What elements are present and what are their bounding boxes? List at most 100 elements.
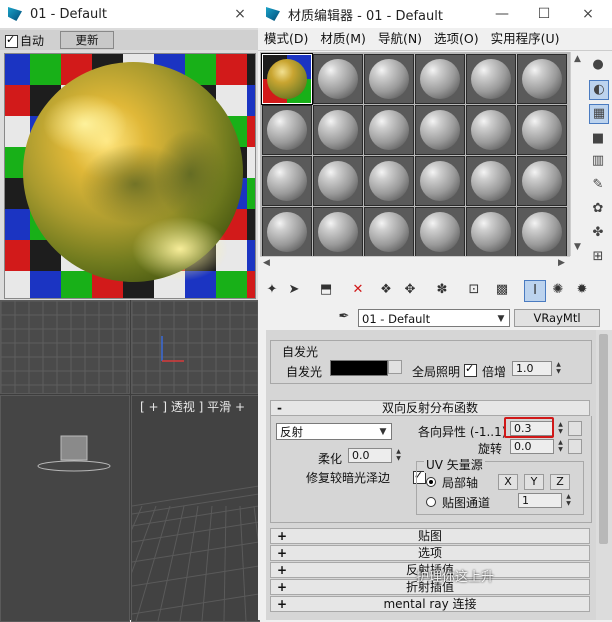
rotation-map-button[interactable] [568,439,582,454]
make-preview-icon[interactable]: ✎ [589,176,607,194]
preview-titlebar: 01 - Default × [0,0,258,28]
material-slot[interactable] [364,207,414,257]
axis-x-button[interactable]: X [498,474,518,490]
material-slot[interactable] [364,105,414,155]
editor-close-button[interactable]: × [576,4,600,24]
material-slot[interactable] [313,207,363,257]
material-slot[interactable] [262,156,312,206]
menu-navigation[interactable]: 导航(N) [372,28,428,50]
menu-mode[interactable]: 模式(D) [258,28,314,50]
menu-options[interactable]: 选项(O) [428,28,485,50]
select-by-material-icon[interactable]: ✤ [589,224,607,242]
sample-sphere [318,110,358,150]
material-slot[interactable] [313,54,363,104]
put-to-library-icon[interactable]: ✽ [432,280,452,300]
go-forward-sibling-icon[interactable]: ✹ [572,280,592,300]
get-material-icon[interactable]: ✦ [262,280,282,300]
material-slot[interactable] [364,156,414,206]
rollout-header[interactable]: + 贴图 [270,528,590,544]
show-end-result-icon[interactable]: Ⅰ [524,280,546,302]
material-slot[interactable] [262,207,312,257]
material-name-field[interactable]: 01 - Default ▼ [358,309,510,327]
sample-type-icon[interactable]: ● [589,56,607,74]
slots-vertical-scrollbar[interactable]: ▲ ▼ [570,52,585,256]
soften-input[interactable]: 0.0 [348,448,392,463]
soften-spinner-icon[interactable]: ▲ ▼ [394,448,403,463]
material-slot[interactable] [313,105,363,155]
menu-material[interactable]: 材质(M) [314,28,372,50]
chevron-down-icon[interactable]: ▼ [494,310,508,328]
material-slot[interactable] [415,156,465,206]
map-channel-input[interactable]: 1 [518,493,562,508]
anisotropy-map-button[interactable] [568,421,582,436]
scroll-left-icon[interactable]: ◀ [263,258,270,268]
material-slot[interactable] [517,54,567,104]
material-slot[interactable] [364,54,414,104]
viewport-perspective[interactable]: [ + ] 透视 ] 平滑 + [131,395,260,622]
scroll-up-icon[interactable]: ▲ [574,54,581,64]
sample-uv-icon[interactable]: ■ [589,130,607,148]
brdf-rollout-header[interactable]: - 双向反射分布函数 [270,400,590,416]
material-id-icon[interactable]: ⊡ [464,280,484,300]
self-illum-color-swatch[interactable] [330,360,388,376]
material-slot[interactable] [466,156,516,206]
material-slot[interactable] [415,207,465,257]
material-slot[interactable] [466,54,516,104]
scroll-down-icon[interactable]: ▼ [574,242,581,252]
options-icon[interactable]: ✿ [589,200,607,218]
chevron-down-icon[interactable]: ▼ [376,424,390,440]
material-slot[interactable] [415,54,465,104]
material-slot[interactable] [415,105,465,155]
material-slot[interactable] [262,105,312,155]
params-scroll-thumb[interactable] [599,334,608,544]
self-illum-map-button[interactable] [388,360,402,374]
go-to-parent-icon[interactable]: ✺ [548,280,568,300]
minimize-button[interactable]: — [490,4,514,24]
viewport-top-left[interactable] [0,300,130,394]
axis-z-button[interactable]: Z [550,474,570,490]
rollout-header[interactable]: + 选项 [270,545,590,561]
map-channel-radio[interactable] [426,497,436,507]
anisotropy-spinner-icon[interactable]: ▲ ▼ [556,421,565,436]
reset-map-icon[interactable]: ✕ [348,280,368,300]
multiplier-input[interactable]: 1.0 [512,361,552,376]
material-slot[interactable] [261,53,313,105]
map-channel-spinner-icon[interactable]: ▲ ▼ [564,493,573,508]
fix-dark-edges-label: 修复较暗光泽边 [306,471,391,485]
material-slot[interactable] [517,156,567,206]
axis-y-button[interactable]: Y [524,474,544,490]
viewport-top-right[interactable] [131,300,260,394]
backlight-icon[interactable]: ◐ [589,80,609,100]
rotation-spinner-icon[interactable]: ▲ ▼ [556,439,565,454]
material-type-button[interactable]: VRayMtl [514,309,600,327]
local-axis-radio[interactable] [426,477,436,487]
background-checker-icon[interactable]: ▦ [589,104,609,124]
pick-material-eyedropper-icon[interactable]: ✒ [334,307,354,327]
show-map-icon[interactable]: ▩ [492,280,512,300]
slots-horizontal-scrollbar[interactable]: ◀ ▶ [260,256,570,271]
copy-material-icon[interactable]: ❖ [376,280,396,300]
brdf-type-select[interactable]: 反射 ▼ [276,423,392,440]
multiplier-spinner-icon[interactable]: ▲ ▼ [554,361,563,376]
params-scrollbar[interactable] [596,330,612,620]
rotation-input[interactable]: 0.0 [510,439,554,454]
material-slot[interactable] [517,207,567,257]
menu-utilities[interactable]: 实用程序(U) [485,28,566,50]
make-unique-icon[interactable]: ✥ [400,280,420,300]
put-to-scene-icon[interactable]: ➤ [284,280,304,300]
auto-checkbox[interactable] [5,33,18,48]
video-color-icon[interactable]: ▥ [589,152,607,170]
viewport-bottom-left[interactable] [0,395,130,622]
material-slot[interactable] [517,105,567,155]
maximize-button[interactable]: ☐ [532,4,556,24]
rollout-header[interactable]: + mental ray 连接 [270,596,590,612]
material-slot[interactable] [313,156,363,206]
update-button[interactable]: 更新 [60,31,114,49]
material-map-navigator-icon[interactable]: ⊞ [589,248,607,266]
preview-close-button[interactable]: × [228,4,252,24]
material-slot[interactable] [466,207,516,257]
assign-material-icon[interactable]: ⬒ [316,280,336,300]
scroll-right-icon[interactable]: ▶ [558,258,565,268]
material-slot[interactable] [466,105,516,155]
gi-checkbox[interactable] [464,362,477,377]
